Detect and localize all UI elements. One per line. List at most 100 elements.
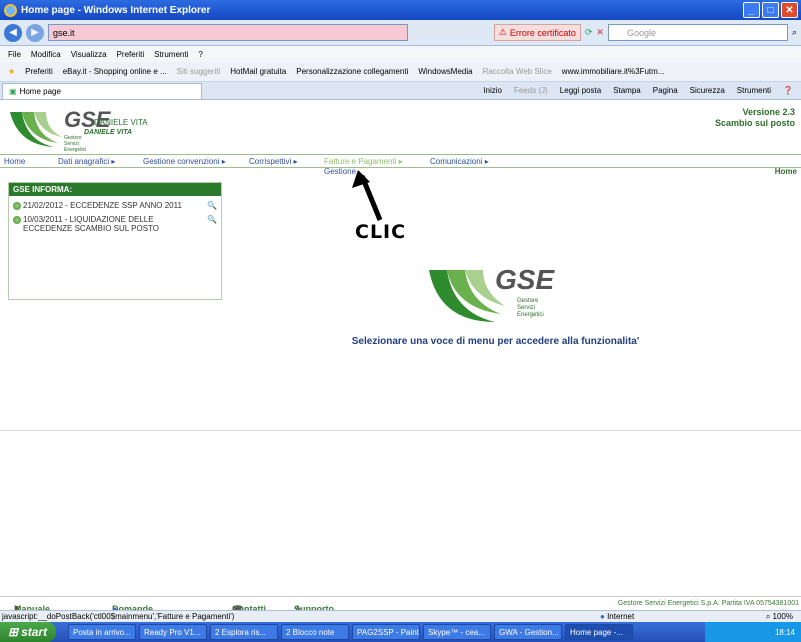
cmd-feeds[interactable]: Feeds (J) [514, 86, 548, 95]
user-name-sub: DANIELE VITA [84, 129, 133, 136]
window-controls: _ □ ✕ [743, 2, 798, 18]
ie-icon [4, 3, 17, 17]
service-label: Scambio sul posto [714, 118, 795, 128]
menu-home[interactable]: Home [4, 157, 25, 166]
forward-button[interactable]: ▶ [26, 23, 44, 42]
fav-item[interactable]: Raccolta Web Slice [483, 67, 552, 76]
cmd-stampa[interactable]: Stampa [613, 86, 641, 95]
arrow-annotation-icon [352, 170, 383, 221]
back-button[interactable]: ◀ [4, 23, 22, 42]
info-item-text: 21/02/2012 - ECCEDENZE SSP ANNO 2011 [23, 201, 182, 210]
home-link[interactable]: Home [775, 167, 797, 176]
menu-comunicazioni[interactable]: Comunicazioni ▸ [430, 157, 489, 166]
tab-bar: ▣ Home page Inizio Feeds (J) Leggi posta… [0, 82, 801, 100]
cmd-leggi-posta[interactable]: Leggi posta [560, 86, 601, 95]
cert-error-label: Errore certificato [509, 27, 576, 38]
zoom-icon: ⌕ [765, 611, 771, 621]
help-icon[interactable]: ❓ [783, 86, 793, 95]
info-item[interactable]: 21/02/2012 - ECCEDENZE SSP ANNO 2011 🔍 [9, 196, 221, 210]
center-logo: GSE Gestore Servizi Energetici [425, 262, 565, 332]
divider [0, 430, 801, 431]
taskbar-item[interactable]: Home page -... [565, 624, 633, 640]
center-logo-caption: Gestore Servizi Energetici [517, 298, 544, 318]
cmd-sicurezza[interactable]: Sicurezza [690, 86, 725, 95]
tab-home-page[interactable]: ▣ Home page [2, 82, 202, 99]
fav-item[interactable]: Siti suggeriti [177, 67, 221, 76]
menu-help[interactable]: ? [198, 50, 202, 59]
refresh-icon[interactable]: ⟳ [585, 27, 593, 38]
magnifier-icon[interactable]: 🔍 [207, 201, 217, 210]
title-bar: Home page - Windows Internet Explorer _ … [0, 0, 801, 20]
zone-label: Internet [607, 612, 635, 621]
system-tray: 18:14 [705, 622, 801, 642]
taskbar: ⊞ start Posta in arrivo... Ready Pro V1..… [0, 622, 801, 642]
globe-icon: ● [600, 612, 605, 621]
windows-logo-icon: ⊞ [8, 625, 19, 639]
fav-item[interactable]: Personalizzazione collegamenti [296, 67, 408, 76]
taskbar-item[interactable]: Ready Pro V1... [139, 624, 207, 640]
logo-caption: Gestore Servizi Energetici [64, 135, 87, 153]
tab-label: Home page [19, 86, 61, 96]
favorites-button[interactable]: Preferiti [25, 67, 53, 76]
start-label: start [21, 625, 48, 639]
fav-item[interactable]: WindowsMedia [418, 67, 472, 76]
cmd-strumenti[interactable]: Strumenti [737, 86, 771, 95]
magnifier-icon[interactable]: 🔍 [207, 215, 217, 224]
zone-indicator: ● Internet [600, 612, 634, 621]
user-name: DANIELE VITA [94, 118, 148, 127]
search-input[interactable]: Google [607, 24, 788, 41]
taskbar-item[interactable]: Skype™ - cea... [423, 624, 491, 640]
menu-dati-anagrafici[interactable]: Dati anagrafici ▸ [58, 157, 115, 166]
taskbar-item[interactable]: 2 Esplora ris... [210, 624, 278, 640]
taskbar-item[interactable]: 2 Blocco note [281, 624, 349, 640]
url-text: gse.it [53, 27, 75, 38]
start-button[interactable]: ⊞ start [0, 622, 56, 642]
info-item[interactable]: 10/03/2011 - LIQUIDAZIONE DELLE ECCEDENZ… [9, 210, 221, 233]
menu-corrispettivi[interactable]: Corrispettivi ▸ [249, 157, 297, 166]
info-panel: GSE INFORMA: 21/02/2012 - ECCEDENZE SSP … [8, 182, 222, 300]
select-menu-message: Selezionare una voce di menu per acceder… [351, 336, 640, 347]
close-button[interactable]: ✕ [781, 2, 798, 18]
favorites-bar: ★ Preferiti eBay.it - Shopping online e … [0, 62, 801, 82]
menu-strumenti[interactable]: Strumenti [154, 50, 188, 59]
cmd-inizio[interactable]: Inizio [483, 86, 502, 95]
globe-icon [13, 216, 21, 224]
fav-item[interactable]: www.immobiliare.it%3Futm... [562, 67, 665, 76]
address-bar: ◀ ▶ gse.it ⚠ Errore certificato ⟳ ✕ Googl… [0, 20, 801, 46]
star-icon: ★ [8, 67, 16, 76]
search-icon[interactable]: ⌕ [792, 27, 797, 38]
shield-icon: ⚠ [498, 27, 507, 37]
search-placeholder: Google [626, 27, 656, 38]
zoom-control[interactable]: ⌕ 100% [766, 612, 793, 622]
window-title: Home page - Windows Internet Explorer [21, 4, 211, 16]
footer: ▮ Manuale Utente ● Domande Frequenti (FA… [0, 596, 801, 634]
fav-item[interactable]: HotMail gratuita [230, 67, 286, 76]
zoom-label: 100% [772, 611, 793, 621]
page-icon: ▣ [9, 86, 17, 96]
fav-item[interactable]: eBay.it - Shopping online e ... [63, 67, 167, 76]
minimize-button[interactable]: _ [743, 2, 760, 18]
clock: 18:14 [774, 627, 795, 637]
url-field[interactable]: gse.it [48, 24, 408, 41]
company-info: Gestore Servizi Energetici S.p.A. Partit… [617, 600, 799, 607]
version-label: Versione 2.3 [742, 107, 795, 117]
certificate-error[interactable]: ⚠ Errore certificato [493, 24, 581, 41]
taskbar-item[interactable]: Posta in arrivo... [68, 624, 136, 640]
main-menu: Home Dati anagrafici ▸ Gestione convenzi… [0, 154, 801, 168]
menu-file[interactable]: File [8, 50, 21, 59]
stop-icon[interactable]: ✕ [596, 27, 604, 38]
menu-modifica[interactable]: Modifica [31, 50, 61, 59]
menu-gestione-convenzioni[interactable]: Gestione convenzioni ▸ [143, 157, 226, 166]
menu-bar: File Modifica Visualizza Preferiti Strum… [0, 46, 801, 62]
taskbar-item[interactable]: PAG2SSP - Paint [352, 624, 420, 640]
info-item-text: 10/03/2011 - LIQUIDAZIONE DELLE ECCEDENZ… [23, 215, 160, 233]
gse-logo[interactable]: GSE DANIELE VITA DANIELE VITA Gestore Se… [8, 107, 158, 153]
menu-visualizza[interactable]: Visualizza [71, 50, 107, 59]
menu-fatture-pagamenti[interactable]: Fatture e Pagamenti ▸ [324, 157, 403, 166]
globe-icon [13, 202, 21, 210]
info-title: GSE INFORMA: [9, 183, 221, 196]
maximize-button[interactable]: □ [762, 2, 779, 18]
cmd-pagina[interactable]: Pagina [653, 86, 678, 95]
taskbar-item[interactable]: GWA - Gestion... [494, 624, 562, 640]
menu-preferiti[interactable]: Preferiti [117, 50, 145, 59]
